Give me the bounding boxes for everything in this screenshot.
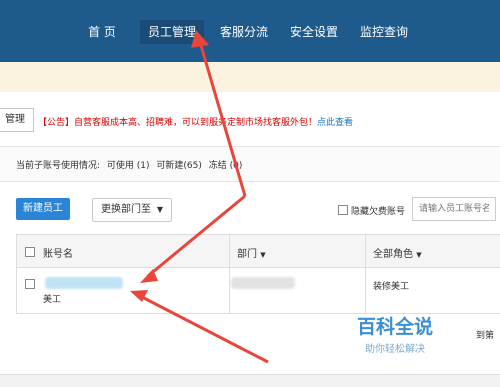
new-employee-button[interactable]: 新建员工 [16,198,70,220]
bottom-bar [0,374,500,387]
caret-down-icon: ▼ [156,205,163,214]
nav-employee-management[interactable]: 员工管理 [140,20,204,44]
watermark-subtitle: 助你轻松解决 [365,344,425,355]
watermark-logo: 百科全说 助你轻松解决 [340,312,470,360]
row-role: 装修美工 [373,282,410,292]
notice-band [0,62,500,92]
hide-overdue-checkbox[interactable] [338,205,348,215]
nav-security-settings[interactable]: 安全设置 [284,20,344,44]
watermark-title: 百科全说 [356,316,433,338]
employee-table: 账号名 部门 ▼ 全部角色 ▼ 美工 装修美工 [16,234,500,314]
hide-overdue-label: 隐藏欠费账号 [351,207,406,217]
nav-home[interactable]: 首 页 [80,20,124,44]
column-header-account[interactable]: 账号名 [43,245,73,260]
usage-label: 当前子账号使用情况: [16,161,101,171]
pagination-goto: 到第 [476,331,495,341]
select-all-checkbox[interactable] [25,247,35,257]
announcement-tag: 【公告】 [38,118,75,128]
column-header-department-label: 部门 [237,249,257,260]
row-checkbox[interactable] [25,279,35,289]
caret-down-icon: ▼ [416,251,422,259]
column-divider [229,235,230,313]
nav-customer-routing[interactable]: 客服分流 [214,20,274,44]
account-usage-summary: 当前子账号使用情况: 可使用 (1) 可新建(65) 冻结 (0) [16,158,246,171]
column-divider [365,235,366,313]
caret-down-icon: ▼ [260,251,266,259]
usage-new: 可新建(65) [156,161,202,171]
change-department-dropdown[interactable]: 更换部门至 ▼ [92,198,172,222]
employee-search-input[interactable] [412,197,496,221]
blurred-department [231,277,295,289]
top-nav-bar: 首 页 员工管理 客服分流 安全设置 监控查询 [0,0,500,62]
change-department-label: 更换部门至 [101,204,151,215]
column-header-department[interactable]: 部门 ▼ [237,245,266,260]
usage-frozen: 冻结 (0) [208,161,243,171]
manage-button[interactable]: 管理 [0,108,34,132]
column-header-role[interactable]: 全部角色 ▼ [373,245,422,260]
usage-used: 可使用 (1) [106,161,150,171]
announcement-link[interactable]: 点此查看 [317,118,353,128]
announcement: 【公告】自营客服成本高、招聘难，可以到服务定制市场找客服外包！点此查看 [38,115,353,128]
nav-monitor-query[interactable]: 监控查询 [354,20,414,44]
account-name-tail: 美工 [43,295,62,305]
announcement-message: 自营客服成本高、招聘难，可以到服务定制市场找客服外包！ [74,118,318,128]
column-header-role-label: 全部角色 [373,249,413,260]
blurred-account-name [45,277,123,289]
